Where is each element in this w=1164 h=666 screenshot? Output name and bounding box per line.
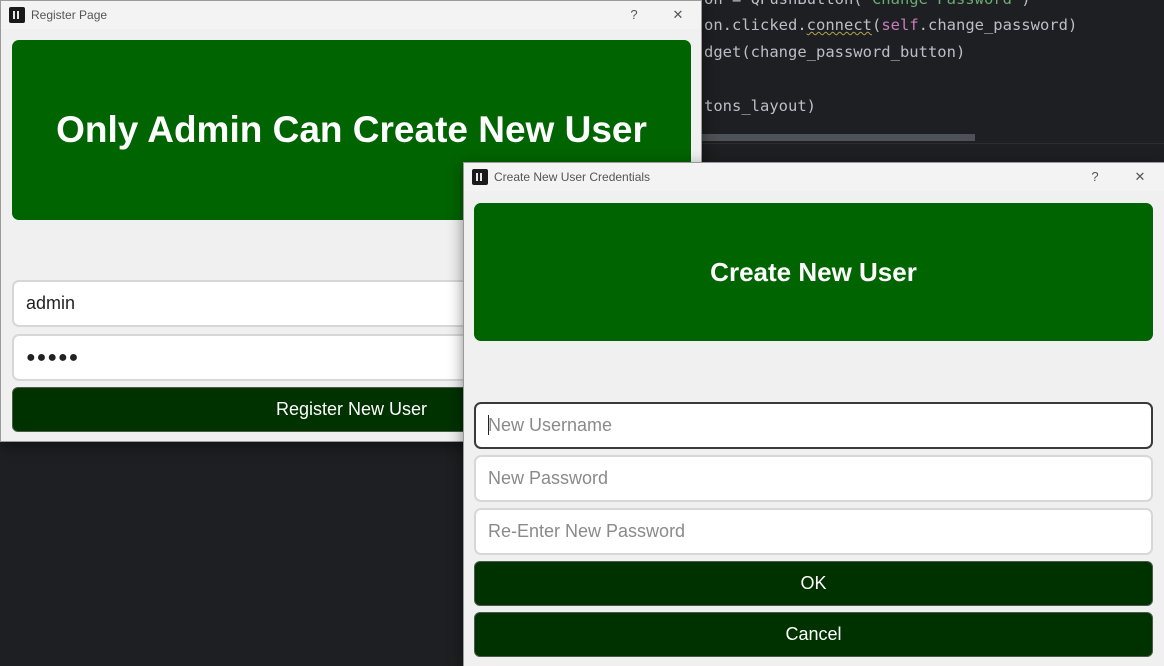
- close-button[interactable]: ✕: [1129, 167, 1151, 187]
- dialog-banner-text: Create New User: [710, 256, 917, 287]
- app-icon: [9, 7, 25, 23]
- dialog-title: Create New User Credentials: [494, 170, 651, 184]
- code-line: on = QPushButton('Change Password'): [704, 0, 1031, 8]
- new-username-input[interactable]: [474, 402, 1153, 449]
- editor-divider: [700, 143, 1164, 144]
- close-button[interactable]: ✕: [667, 5, 689, 25]
- help-button[interactable]: ?: [1084, 167, 1106, 187]
- help-button[interactable]: ?: [623, 5, 645, 25]
- banner-text: Only Admin Can Create New User: [56, 109, 647, 150]
- horizontal-scrollbar[interactable]: [700, 134, 975, 141]
- cancel-button[interactable]: Cancel: [474, 612, 1153, 657]
- text-caret: [488, 415, 489, 435]
- code-line: dget(change_password_button): [704, 43, 966, 61]
- window-title: Register Page: [31, 8, 108, 22]
- new-password-input[interactable]: [474, 455, 1153, 502]
- app-icon: [472, 169, 488, 185]
- code-line: tons_layout): [704, 97, 816, 115]
- code-line: on.clicked.connect(self.change_password): [704, 16, 1078, 34]
- cancel-button-label: Cancel: [785, 624, 842, 644]
- close-icon: ✕: [1134, 169, 1146, 184]
- titlebar[interactable]: Register Page ? ✕: [1, 1, 701, 29]
- close-icon: ✕: [672, 7, 684, 22]
- password-mask: ●●●●●: [26, 348, 80, 366]
- ok-button[interactable]: OK: [474, 561, 1153, 606]
- ok-button-label: OK: [800, 573, 827, 593]
- create-user-banner: Create New User: [474, 203, 1153, 341]
- reenter-password-input[interactable]: [474, 508, 1153, 555]
- create-user-dialog: Create New User Credentials ? ✕ Create N…: [463, 162, 1164, 666]
- register-button-label: Register New User: [275, 399, 428, 419]
- dialog-titlebar[interactable]: Create New User Credentials ? ✕: [464, 163, 1164, 191]
